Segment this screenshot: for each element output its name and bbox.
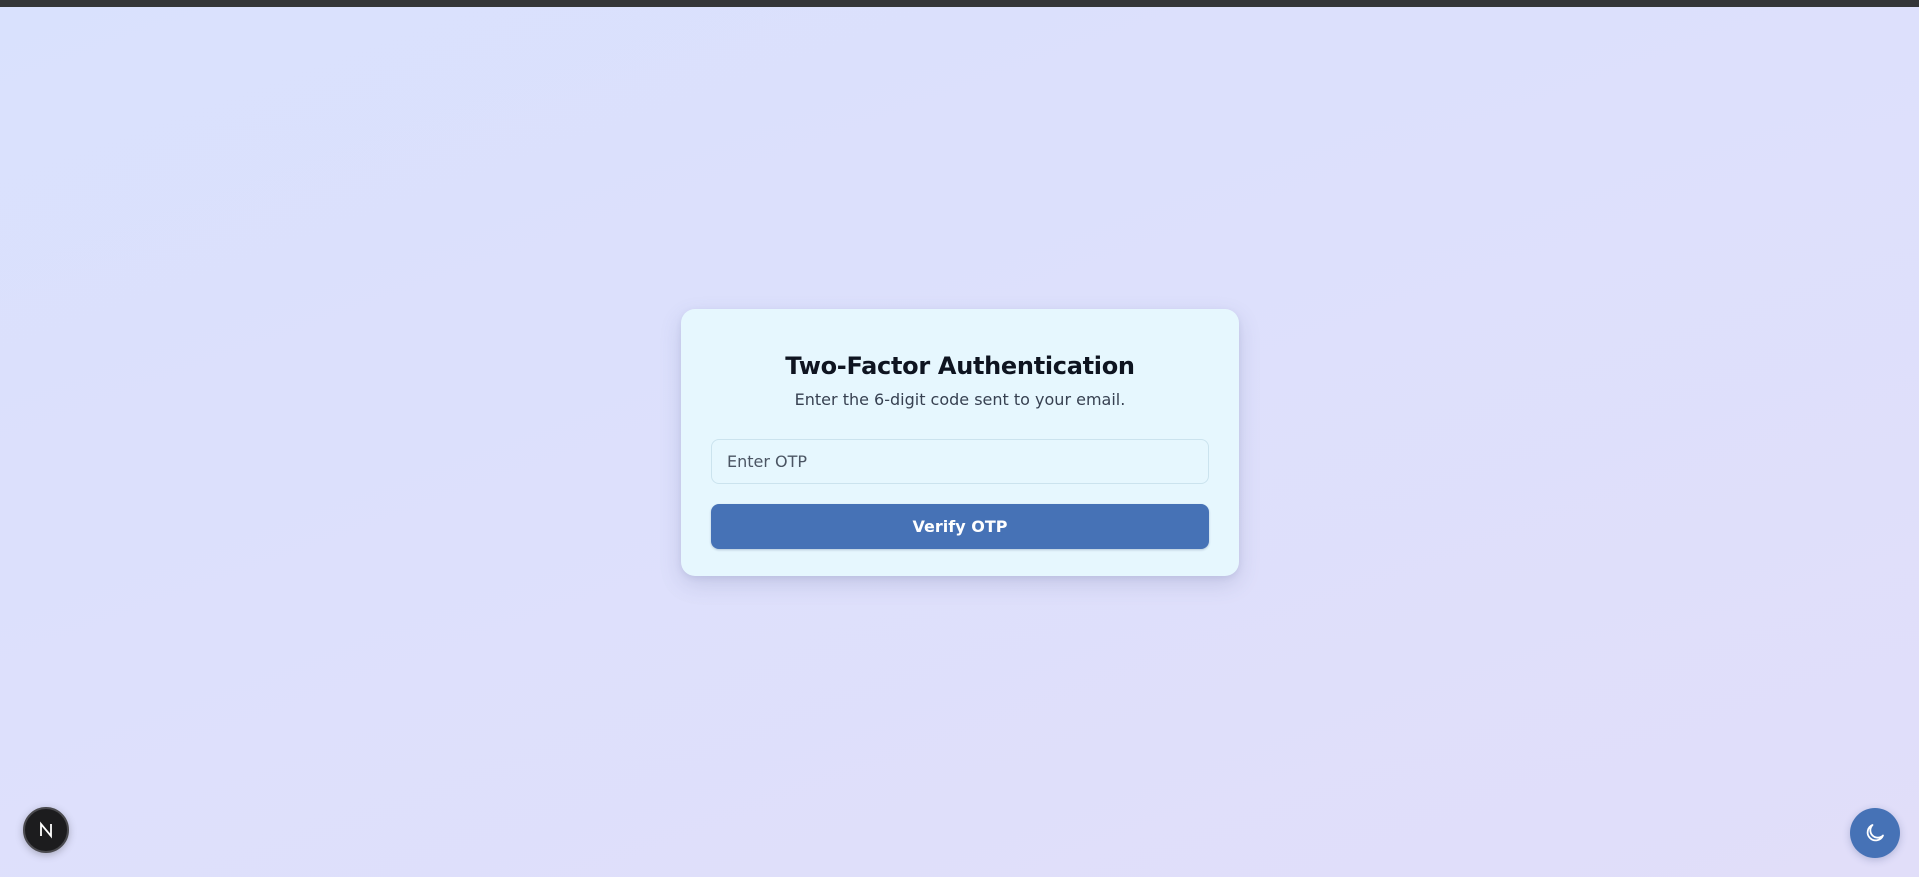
page-subtitle: Enter the 6-digit code sent to your emai…: [794, 390, 1126, 409]
two-factor-auth-card: Two-Factor Authentication Enter the 6-di…: [681, 309, 1239, 576]
otp-input[interactable]: [711, 439, 1209, 484]
verify-otp-button[interactable]: Verify OTP: [711, 504, 1209, 549]
browser-top-bar: [0, 0, 1919, 7]
page-title: Two-Factor Authentication: [785, 352, 1135, 380]
nextjs-logo-icon: [40, 821, 52, 839]
theme-toggle-button[interactable]: [1850, 808, 1900, 858]
moon-icon: [1866, 824, 1884, 842]
nextjs-dev-tools-button[interactable]: [23, 807, 69, 853]
